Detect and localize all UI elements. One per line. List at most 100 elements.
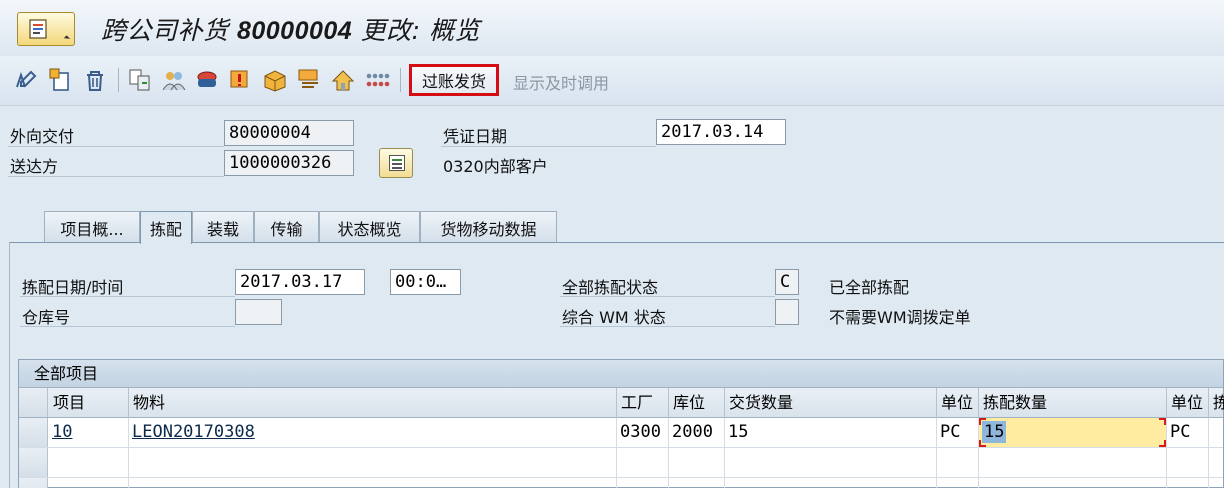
material-cell[interactable]: LEON20170308: [129, 418, 617, 447]
divider: [560, 326, 775, 327]
empty-cell[interactable]: [617, 478, 669, 488]
document-flow-icon[interactable]: [126, 66, 154, 94]
select-all-cell[interactable]: [19, 388, 48, 417]
table-header: 项目 物料 工厂 库位 交货数量 单位 拣配数量 单位 拣: [19, 388, 1224, 418]
unit-cell[interactable]: PC: [937, 418, 979, 447]
focus-corner: [1159, 418, 1166, 425]
tab-goods-movement-data[interactable]: 货物移动数据: [420, 211, 557, 243]
tab-status-overview[interactable]: 状态概览: [319, 211, 420, 243]
ship-to-label: 送达方: [10, 157, 59, 176]
row-selector[interactable]: [19, 448, 48, 477]
warehouse-number-field[interactable]: [235, 299, 282, 325]
delete-icon[interactable]: [81, 66, 109, 94]
overall-picking-status-label: 全部拣配状态: [562, 278, 659, 297]
display-timely-button[interactable]: 显示及时调用: [513, 70, 609, 94]
row-selector[interactable]: [19, 478, 48, 488]
application-menu-button[interactable]: [17, 12, 75, 46]
empty-cell[interactable]: [1167, 448, 1209, 477]
table-row[interactable]: [19, 478, 1223, 488]
empty-cell[interactable]: [617, 448, 669, 477]
empty-cell[interactable]: [129, 448, 617, 477]
column-header-storage-location[interactable]: 库位: [669, 388, 725, 418]
empty-cell[interactable]: [979, 448, 1167, 477]
empty-cell[interactable]: [725, 478, 937, 488]
document-menu-icon: [29, 19, 47, 39]
edit-icon[interactable]: [12, 66, 40, 94]
empty-cell[interactable]: [129, 478, 617, 488]
picking-time-field[interactable]: 00:0…: [390, 269, 461, 295]
print-icon[interactable]: [193, 66, 221, 94]
title-bar: 跨公司补货 80000004 更改: 概览: [0, 0, 1224, 56]
ship-to-field[interactable]: 1000000326: [224, 150, 354, 176]
column-header-plant[interactable]: 工厂: [617, 388, 669, 418]
address-details-button[interactable]: [379, 148, 413, 178]
tab-loading[interactable]: 装载: [192, 211, 254, 243]
address-card-icon: [389, 155, 405, 171]
column-header-unit-2[interactable]: 单位: [1167, 388, 1209, 418]
column-header-unit[interactable]: 单位: [937, 388, 979, 418]
item-number-cell[interactable]: 10: [49, 418, 129, 447]
table-row[interactable]: 10 LEON20170308 0300 2000 15 PC 15 PC: [19, 418, 1223, 448]
plant-cell[interactable]: 0300: [617, 418, 669, 447]
post-goods-issue-button[interactable]: 过账发货: [409, 64, 499, 96]
empty-cell[interactable]: [937, 448, 979, 477]
tab-picking[interactable]: 拣配: [140, 211, 192, 244]
empty-cell[interactable]: [979, 478, 1167, 488]
overall-picking-status-field: C: [775, 269, 799, 295]
column-header-delivery-quantity[interactable]: 交货数量: [725, 388, 937, 418]
partner-icon[interactable]: [160, 66, 188, 94]
focus-corner: [1159, 440, 1166, 447]
table-row[interactable]: [19, 448, 1223, 478]
divider: [20, 326, 235, 327]
create-icon[interactable]: [47, 66, 75, 94]
row-selector[interactable]: [19, 418, 48, 447]
delivery-quantity-cell[interactable]: 15: [725, 418, 937, 447]
shipment-icon[interactable]: [329, 66, 357, 94]
divider: [560, 296, 775, 297]
focus-corner: [979, 418, 986, 425]
column-header-material[interactable]: 物料: [129, 388, 617, 418]
tab-item-overview[interactable]: 项目概...: [44, 211, 140, 243]
storage-location-cell[interactable]: 2000: [669, 418, 725, 447]
divider: [8, 146, 224, 147]
wm-status-text: 不需要WM调拨定单: [829, 308, 971, 327]
empty-cell[interactable]: [937, 478, 979, 488]
divider: [441, 146, 656, 147]
ship-to-name: 0320内部客户: [443, 157, 548, 176]
material-link[interactable]: LEON20170308: [132, 422, 255, 442]
table-title: 全部项目: [19, 360, 1223, 388]
document-date-label: 凭证日期: [443, 127, 508, 146]
picking-date-field[interactable]: 2017.03.17: [235, 269, 365, 295]
empty-cell[interactable]: [49, 448, 129, 477]
tab-strip: 项目概... 拣配 装载 传输 状态概览 货物移动数据: [0, 211, 1224, 244]
empty-cell[interactable]: [725, 448, 937, 477]
focus-corner: [979, 440, 986, 447]
empty-cell[interactable]: [669, 478, 725, 488]
column-header-picked-quantity[interactable]: 拣配数量: [979, 388, 1167, 418]
outbound-delivery-label: 外向交付: [10, 127, 75, 146]
empty-cell[interactable]: [669, 448, 725, 477]
item-number-link[interactable]: 10: [52, 422, 72, 442]
column-header-item[interactable]: 项目: [49, 388, 129, 418]
divider: [8, 176, 224, 177]
message-icon[interactable]: [227, 66, 255, 94]
picked-quantity-input[interactable]: 15: [979, 418, 1167, 447]
items-icon[interactable]: [363, 66, 391, 94]
document-date-field[interactable]: 2017.03.14: [656, 119, 786, 145]
column-header-truncated[interactable]: 拣: [1209, 388, 1224, 418]
toolbar-separator: [118, 68, 119, 92]
unit-2-cell[interactable]: PC: [1167, 418, 1209, 447]
tab-transport[interactable]: 传输: [254, 211, 319, 243]
empty-cell[interactable]: [49, 478, 129, 488]
warehouse-number-label: 仓库号: [22, 308, 71, 327]
toolbar-separator: [400, 68, 401, 92]
empty-cell[interactable]: [1167, 478, 1209, 488]
outbound-delivery-field[interactable]: 80000004: [224, 120, 354, 146]
output-icon[interactable]: [295, 66, 323, 94]
items-table: 全部项目 项目 物料 工厂 库位 交货数量 单位 拣配数量 单位 拣 10 LE…: [18, 359, 1224, 488]
page-title: 跨公司补货 80000004 更改: 概览: [101, 16, 481, 45]
wm-status-field: [775, 299, 799, 325]
package-icon[interactable]: [261, 66, 289, 94]
overall-picking-status-text: 已全部拣配: [829, 278, 910, 297]
application-toolbar: 过账发货 显示及时调用: [0, 56, 1224, 106]
